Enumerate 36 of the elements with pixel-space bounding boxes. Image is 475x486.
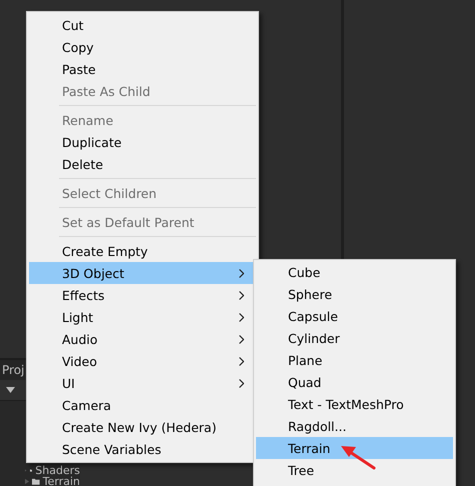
menu-item[interactable]: Effects bbox=[29, 284, 256, 306]
menu-item[interactable]: Copy bbox=[29, 36, 256, 58]
menu-item[interactable]: Text - TextMeshPro bbox=[256, 393, 453, 415]
menu-item[interactable]: Ragdoll... bbox=[256, 415, 453, 437]
chevron-icon bbox=[239, 334, 244, 344]
menu-item[interactable]: Camera bbox=[29, 394, 256, 416]
folder-name[interactable]: Shaders bbox=[35, 465, 80, 476]
menu-item[interactable]: 3D Object bbox=[29, 262, 256, 284]
menu-item[interactable]: Terrain bbox=[256, 437, 453, 459]
menu-item[interactable]: Video bbox=[29, 350, 256, 372]
menu-item[interactable]: Light bbox=[29, 306, 256, 328]
menu-item[interactable]: Capsule bbox=[256, 305, 453, 327]
menu-item[interactable]: Duplicate bbox=[29, 131, 256, 153]
menu-item[interactable]: Create Empty bbox=[29, 240, 256, 262]
menu-item[interactable]: Delete bbox=[29, 153, 256, 175]
menu-item[interactable]: Quad bbox=[256, 371, 453, 393]
chevron-icon bbox=[239, 290, 244, 300]
menu-item[interactable]: Tree bbox=[256, 459, 453, 481]
chevron-icon bbox=[239, 356, 244, 366]
menu-item[interactable]: UI bbox=[29, 372, 256, 394]
menu-item[interactable]: Plane bbox=[256, 349, 453, 371]
menu-item[interactable]: Scene Variables bbox=[29, 438, 256, 460]
menu-item[interactable]: Audio bbox=[29, 328, 256, 350]
menu-item[interactable]: Create New Ivy (Hedera) bbox=[29, 416, 256, 438]
menu-item[interactable]: Cube bbox=[256, 261, 453, 283]
dropdown-icon[interactable] bbox=[6, 387, 15, 393]
menu-item[interactable]: Cylinder bbox=[256, 327, 453, 349]
project-tab[interactable]: Proj bbox=[0, 363, 24, 377]
menu-item[interactable]: Cut bbox=[29, 14, 256, 36]
menu-item[interactable]: Paste bbox=[29, 58, 256, 80]
chevron-icon bbox=[239, 312, 244, 322]
menu-item[interactable]: Sphere bbox=[256, 283, 453, 305]
chevron-icon bbox=[239, 268, 244, 278]
annotation-arrow bbox=[340, 444, 376, 470]
folder-name[interactable]: Terrain bbox=[42, 476, 80, 486]
chevron-icon bbox=[239, 378, 244, 388]
